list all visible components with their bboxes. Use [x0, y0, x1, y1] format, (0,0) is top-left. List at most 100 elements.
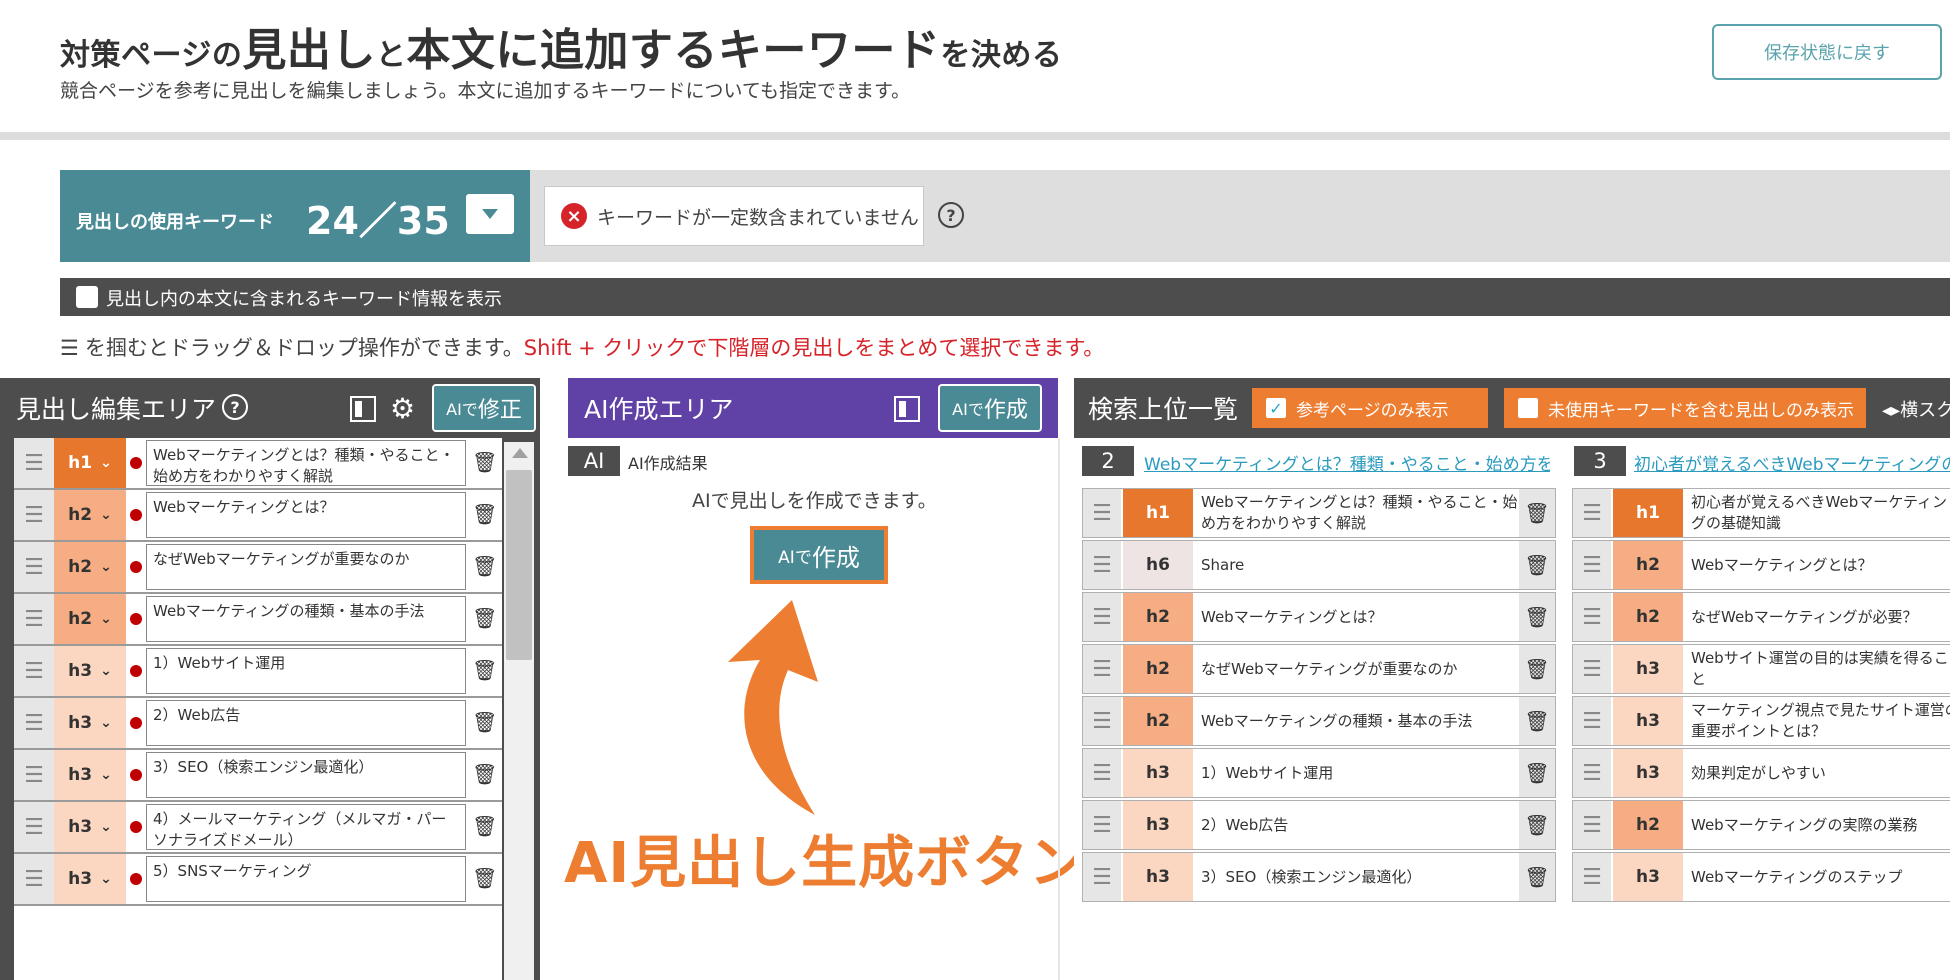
competitor-heading-row[interactable]: ☰ h3 2）Web広告 🗑: [1082, 800, 1556, 850]
heading-text-field[interactable]: なぜWebマーケティングが重要なのか: [146, 544, 466, 590]
heading-level-select[interactable]: h3 ⌄: [54, 854, 126, 904]
trash-icon[interactable]: 🗑: [472, 554, 497, 578]
scroll-up-arrow-icon[interactable]: [512, 448, 528, 458]
gear-icon[interactable]: ⚙: [390, 392, 415, 425]
competitor-heading-row[interactable]: ☰h2Webマーケティングの実際の業務🗑: [1572, 800, 1950, 850]
drag-handle-icon[interactable]: ☰: [1083, 489, 1121, 537]
heading-level-select[interactable]: h3 ⌄: [54, 698, 126, 748]
trash-icon[interactable]: 🗑: [1519, 541, 1555, 589]
restore-saved-state-button[interactable]: 保存状態に戻す: [1712, 24, 1942, 80]
trash-icon[interactable]: 🗑: [1519, 801, 1555, 849]
drag-handle-icon[interactable]: ☰: [1083, 853, 1121, 901]
trash-icon[interactable]: 🗑: [472, 814, 497, 838]
competitor-heading-row[interactable]: ☰ h1 Webマーケティングとは？種類・やること・始め方をわかりやすく解説 🗑: [1082, 488, 1556, 538]
trash-icon[interactable]: 🗑: [472, 710, 497, 734]
drag-handle-icon[interactable]: ☰: [1573, 801, 1611, 849]
drag-handle-icon[interactable]: ☰: [14, 698, 54, 748]
ai-create-header-button[interactable]: AIで 作成: [938, 384, 1042, 432]
drag-handle-icon[interactable]: ☰: [1083, 801, 1121, 849]
reference-only-toggle[interactable]: ✓ 参考ページのみ表示: [1252, 388, 1488, 428]
competitor-heading-row[interactable]: ☰h3マーケティング視点で見たサイト運営の重要ポイントとは？🗑: [1572, 696, 1950, 746]
trash-icon[interactable]: 🗑: [472, 762, 497, 786]
trash-icon[interactable]: 🗑: [1519, 853, 1555, 901]
heading-text-field[interactable]: 2）Web広告: [146, 700, 466, 746]
drag-handle-icon[interactable]: ☰: [1083, 593, 1121, 641]
competitor-page-link[interactable]: 初心者が覚えるべきWebマーケティングの: [1634, 450, 1950, 475]
trash-icon[interactable]: 🗑: [1519, 489, 1555, 537]
ai-create-button[interactable]: AIで 作成: [750, 526, 888, 584]
competitor-heading-row[interactable]: ☰h1初心者が覚えるべきWebマーケティングの基礎知識🗑: [1572, 488, 1950, 538]
competitor-heading-text: Webマーケティングの種類・基本の手法: [1201, 711, 1473, 730]
heading-level-select[interactable]: h2 ⌄: [54, 490, 126, 540]
heading-text-field[interactable]: Webマーケティングとは？: [146, 492, 466, 538]
competitor-heading-row[interactable]: ☰h3Webサイト運営の目的は実績を得ること🗑: [1572, 644, 1950, 694]
heading-text-field[interactable]: 1）Webサイト運用: [146, 648, 466, 694]
trash-icon[interactable]: 🗑: [472, 450, 497, 474]
drag-handle-icon[interactable]: ☰: [14, 854, 54, 904]
heading-text-field[interactable]: Webマーケティングの種類・基本の手法: [146, 596, 466, 642]
drag-handle-icon[interactable]: ☰: [1573, 749, 1611, 797]
horizontal-scroll-hint[interactable]: ◂▸横スク: [1882, 396, 1950, 422]
heading-list-scroll-thumb[interactable]: [506, 470, 532, 660]
trash-icon[interactable]: 🗑: [472, 658, 497, 682]
competitor-heading-row[interactable]: ☰ h2 なぜWebマーケティングが重要なのか 🗑: [1082, 644, 1556, 694]
drag-handle-icon[interactable]: ☰: [1083, 749, 1121, 797]
layout-toggle-icon[interactable]: [894, 396, 920, 422]
drag-handle-icon[interactable]: ☰: [1573, 645, 1611, 693]
keyword-count-value: 24／35: [306, 199, 450, 243]
competitor-heading-row[interactable]: ☰h2Webマーケティングとは？🗑: [1572, 540, 1950, 590]
help-icon[interactable]: ?: [938, 202, 964, 228]
drag-handle-icon[interactable]: ☰: [1573, 697, 1611, 745]
competitor-page-link[interactable]: Webマーケティングとは？種類・やること・始め方を: [1144, 450, 1550, 475]
ai-fix-button[interactable]: AIで 修正: [432, 384, 536, 432]
drag-handle-icon[interactable]: ☰: [14, 594, 54, 644]
drag-handle-icon[interactable]: ☰: [1083, 697, 1121, 745]
drag-handle-icon[interactable]: ☰: [14, 802, 54, 852]
competitor-heading-row[interactable]: ☰ h2 Webマーケティングの種類・基本の手法 🗑: [1082, 696, 1556, 746]
trash-icon[interactable]: 🗑: [1519, 697, 1555, 745]
competitor-heading-row[interactable]: ☰ h6 Share 🗑: [1082, 540, 1556, 590]
heading-level-badge: h3: [1613, 645, 1683, 693]
keyword-dropdown-button[interactable]: [466, 194, 514, 234]
unused-keywords-toggle[interactable]: 未使用キーワードを含む見出しのみ表示: [1504, 388, 1866, 428]
drag-handle-icon[interactable]: ☰: [1083, 645, 1121, 693]
drag-handle-icon[interactable]: ☰: [1083, 541, 1121, 589]
competitor-heading-row[interactable]: ☰h3効果判定がしやすい🗑: [1572, 748, 1950, 798]
competitor-heading-row[interactable]: ☰h2Webマーケティングとは？🗑: [1082, 592, 1556, 642]
heading-level-select[interactable]: h3 ⌄: [54, 802, 126, 852]
competitor-heading-row[interactable]: ☰h2なぜWebマーケティングが必要？🗑: [1572, 592, 1950, 642]
heading-level-select[interactable]: h2 ⌄: [54, 594, 126, 644]
drag-handle-icon[interactable]: ☰: [14, 438, 54, 488]
drag-handle-icon[interactable]: ☰: [14, 542, 54, 592]
drag-handle-icon[interactable]: ☰: [1573, 853, 1611, 901]
trash-icon[interactable]: 🗑: [1519, 749, 1555, 797]
heading-text-field[interactable]: 4）メールマーケティング（メルマガ・パーソナライズドメール）: [146, 804, 466, 850]
trash-icon[interactable]: 🗑: [472, 502, 497, 526]
drag-handle-icon[interactable]: ☰: [14, 750, 54, 800]
layout-toggle-icon[interactable]: [350, 396, 376, 422]
competitor-heading-row[interactable]: ☰ h3 1）Webサイト運用 🗑: [1082, 748, 1556, 798]
heading-text-field[interactable]: 3）SEO（検索エンジン最適化）: [146, 752, 466, 798]
heading-text-field[interactable]: Webマーケティングとは？種類・やること・始め方をわかりやすく解説: [146, 440, 466, 486]
heading-level-label: h2: [68, 557, 93, 577]
trash-icon[interactable]: 🗑: [472, 606, 497, 630]
competitor-heading-row[interactable]: ☰ h3 3）SEO（検索エンジン最適化） 🗑: [1082, 852, 1556, 902]
drag-handle-icon[interactable]: ☰: [1573, 593, 1611, 641]
keyword-info-checkbox[interactable]: [76, 286, 98, 308]
heading-text-field[interactable]: 5）SNSマーケティング: [146, 856, 466, 902]
heading-level-select[interactable]: h3 ⌄: [54, 646, 126, 696]
trash-icon[interactable]: 🗑: [472, 866, 497, 890]
heading-level-select[interactable]: h1 ⌄: [54, 438, 126, 488]
drag-handle-icon[interactable]: ☰: [1573, 489, 1611, 537]
drag-handle-icon[interactable]: ☰: [1573, 541, 1611, 589]
heading-level-select[interactable]: h2 ⌄: [54, 542, 126, 592]
trash-icon[interactable]: 🗑: [1519, 593, 1555, 641]
drag-handle-icon[interactable]: ☰: [14, 490, 54, 540]
help-icon[interactable]: ?: [222, 394, 248, 420]
competitor-heading-row[interactable]: ☰h3Webマーケティングのステップ🗑: [1572, 852, 1950, 902]
competitor-heading-text: Share: [1201, 555, 1245, 574]
heading-level-select[interactable]: h3 ⌄: [54, 750, 126, 800]
trash-icon[interactable]: 🗑: [1519, 645, 1555, 693]
chevron-down-icon: ⌄: [100, 715, 112, 731]
drag-handle-icon[interactable]: ☰: [14, 646, 54, 696]
